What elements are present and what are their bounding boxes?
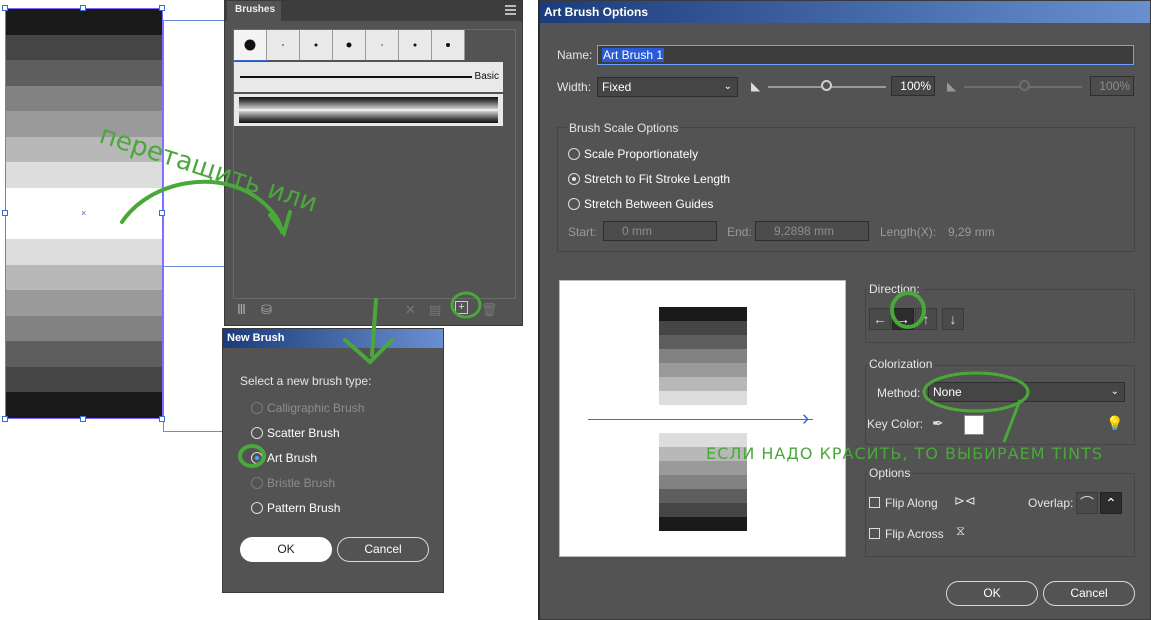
annotation-down-arrow [370, 298, 378, 357]
annotation-circle-new-brush [450, 291, 482, 319]
annotation-down-arrowhead [343, 338, 394, 365]
annotation-circle-art-brush [238, 444, 266, 468]
annotation-circle-direction [890, 291, 926, 329]
annotation-layer [120, 179, 1030, 468]
annotation-circle-method [922, 371, 1030, 413]
annotation-tints-note: ЕСЛИ НАДО КРАСИТЬ, ТО ВЫБИРАЕМ TINTS [706, 444, 1104, 463]
